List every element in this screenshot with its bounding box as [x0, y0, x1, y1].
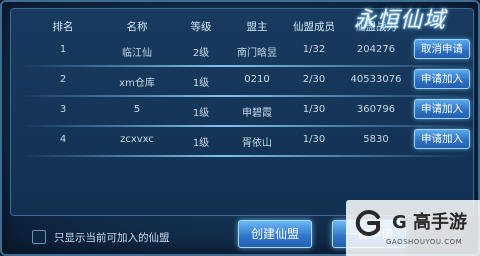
row-level: 1级: [192, 138, 210, 149]
row-members: 1/30: [302, 104, 326, 115]
row-rank: 2: [59, 74, 67, 85]
create-guild-button[interactable]: 创建仙盟: [238, 220, 312, 248]
row-name: xm仓库: [119, 78, 155, 89]
table-row: 3 5 1级 申碧霞 1/30 360796 申请加入: [21, 97, 470, 127]
row-power: 5830: [363, 134, 389, 145]
row-level: 1级: [192, 108, 210, 119]
header-members: 仙盟成员: [293, 20, 335, 33]
row-rank: 3: [59, 104, 67, 115]
apply-join-button[interactable]: 申请加入: [414, 129, 470, 149]
apply-join-button[interactable]: 申请加入: [414, 99, 470, 119]
header-rank: 排名: [52, 20, 74, 33]
row-rank: 4: [59, 134, 67, 145]
cancel-apply-button[interactable]: 取消申请: [414, 39, 470, 59]
row-leader: 申碧霞: [242, 108, 272, 119]
row-members: 1/32: [302, 44, 326, 55]
joinable-only-label: 只显示当前可加入的仙盟: [54, 232, 170, 244]
header-name: 名称: [126, 20, 148, 33]
row-members: 2/30: [302, 74, 326, 85]
game-logo: 永恒仙域: [354, 8, 447, 33]
row-level: 2级: [192, 48, 210, 59]
row-power: 360796: [356, 104, 396, 115]
site-watermark: G 高手游 GAOSHOUYOU.COM: [346, 200, 480, 256]
row-name: zcxvxc: [120, 134, 154, 145]
row-power: 40533076: [350, 74, 402, 85]
row-leader: 南门晗昱: [237, 48, 277, 59]
header-level: 等级: [190, 20, 212, 33]
row-rank: 1: [59, 44, 67, 55]
watermark-g-icon: [355, 210, 380, 236]
row-leader: 0210: [244, 74, 270, 85]
watermark-subtext: GAOSHOUYOU.COM: [386, 238, 463, 246]
row-leader: 胥依山: [242, 138, 272, 149]
apply-join-button[interactable]: 申请加入: [414, 69, 470, 89]
row-name: 临江仙: [122, 48, 152, 59]
row-power: 204276: [356, 44, 396, 55]
row-name: 5: [133, 104, 141, 115]
row-divider: [21, 155, 469, 157]
joinable-only-checkbox[interactable]: [32, 230, 46, 244]
row-level: 1级: [192, 78, 210, 89]
row-members: 1/30: [302, 134, 326, 145]
table-row: 2 xm仓库 1级 0210 2/30 40533076 申请加入: [21, 67, 470, 97]
header-leader: 盟主: [246, 20, 268, 33]
guild-list-window: 排名 名称 等级 盟主 仙盟成员 仙盟战力 1 临江仙 2级 南门晗昱 1/32…: [0, 0, 480, 256]
watermark-text: G 高手游: [392, 212, 468, 233]
table-row: 4 zcxvxc 1级 胥依山 1/30 5830 申请加入: [21, 127, 470, 157]
